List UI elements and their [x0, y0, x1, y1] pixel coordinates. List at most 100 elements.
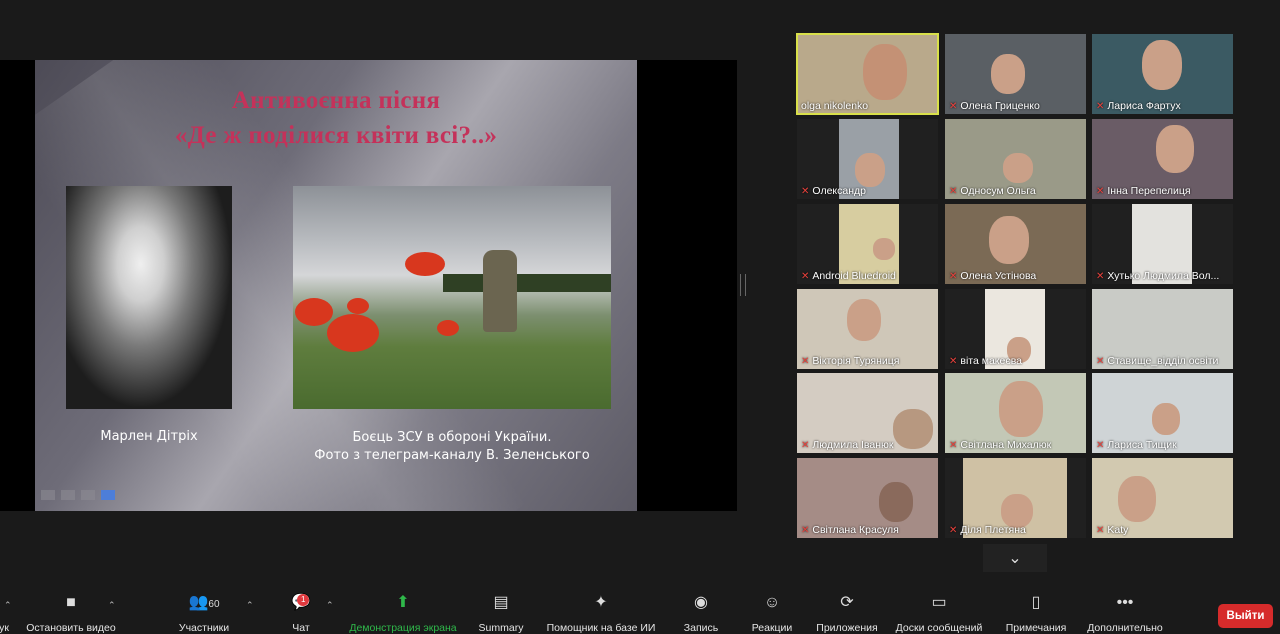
split-resize-handle[interactable] — [740, 274, 746, 296]
annotation-tools[interactable] — [41, 490, 115, 500]
stop-video-button[interactable]: ■ Остановить видео — [22, 592, 120, 634]
pen-icon[interactable] — [61, 490, 75, 500]
audio-options-caret-icon[interactable]: ⌃ — [4, 600, 12, 611]
avatar — [855, 153, 885, 187]
avatar — [893, 409, 933, 449]
poppy — [347, 298, 369, 314]
participant-name: ✕ Android Bluedroid — [801, 270, 896, 282]
participant-name: ✕ Хутько Людмила Вол... — [1096, 270, 1220, 282]
mic-muted-icon: ✕ — [949, 100, 958, 112]
participant-tile[interactable]: ✕ Олена Гриценко — [945, 34, 1086, 114]
participant-tile[interactable]: ✕ Katy — [1092, 458, 1233, 538]
whiteboards-button[interactable]: ▭ Доски сообщений — [890, 592, 988, 634]
avatar — [847, 299, 881, 341]
mic-muted-icon: ✕ — [949, 524, 958, 536]
mic-muted-icon: ✕ — [949, 355, 958, 367]
participant-tile[interactable]: ✕ Лариса Тищик — [1092, 373, 1233, 453]
participant-tile[interactable]: ✕ Світлана Михалюк — [945, 373, 1086, 453]
ellipsis-icon: ••• — [1116, 594, 1134, 611]
participant-name: ✕ Katy — [1096, 524, 1129, 536]
participant-tile[interactable]: ✕ Хутько Людмила Вол... — [1092, 204, 1233, 284]
slide-title-line2: «Де ж поділися квіти всі?..» — [174, 122, 498, 149]
poppy — [295, 298, 333, 326]
pointer-icon[interactable] — [101, 490, 115, 500]
mic-muted-icon: ✕ — [801, 524, 810, 536]
mic-muted-icon: ✕ — [1096, 185, 1105, 197]
participant-tile[interactable]: ✕ Ставище_відділ освіти — [1092, 289, 1233, 369]
back-arrow-icon[interactable] — [41, 490, 55, 500]
mic-muted-icon: ✕ — [801, 185, 810, 197]
share-screen-button[interactable]: ⬆ Демонстрация экрана — [346, 592, 460, 634]
menu-icon[interactable] — [81, 490, 95, 500]
ai-assistant-button[interactable]: ✦ Помощник на базе ИИ — [542, 592, 660, 634]
participant-tile[interactable]: ✕ Односум Ольга — [945, 119, 1086, 199]
summary-button[interactable]: ▤ Summary — [475, 592, 527, 634]
participant-tile[interactable]: ✕ Інна Перепелиця — [1092, 119, 1233, 199]
chevron-down-icon: ⌄ — [1008, 550, 1022, 567]
participant-name: ✕ Олена Устінова — [949, 270, 1037, 282]
participant-name: ✕ Односум Ольга — [949, 185, 1036, 197]
participant-tile[interactable]: ✕ Android Bluedroid — [797, 204, 938, 284]
participant-name: ✕ Ставище_відділ освіти — [1096, 355, 1219, 367]
avatar — [863, 44, 907, 100]
leave-button[interactable]: Выйти — [1218, 604, 1273, 628]
more-button[interactable]: ••• Дополнительно — [1080, 592, 1170, 634]
treeline — [443, 274, 611, 292]
mic-muted-icon: ✕ — [1096, 524, 1105, 536]
avatar — [873, 238, 895, 260]
mic-muted-icon: ✕ — [1096, 439, 1105, 451]
participant-name: ✕ Вікторія Туряниця — [801, 355, 900, 367]
right-caption-line1: Боєць ЗСУ в обороні України. — [352, 430, 552, 445]
notes-icon: ▯ — [1031, 594, 1041, 611]
presentation-slide: Антивоєнна пісня «Де ж поділися квіти вс… — [35, 60, 637, 511]
avatar — [1142, 40, 1182, 90]
notes-button[interactable]: ▯ Примечания — [1000, 592, 1072, 634]
gallery-next-page-button[interactable]: ⌄ — [983, 544, 1047, 572]
participant-name: ✕ Світлана Михалюк — [949, 439, 1052, 451]
participants-options-caret-icon[interactable]: ⌃ — [246, 600, 254, 611]
mic-muted-icon: ✕ — [801, 439, 810, 451]
participant-name: ✕ Світлана Красуля — [801, 524, 899, 536]
participant-tile[interactable]: olga nikolenko — [796, 33, 939, 115]
participant-tile[interactable]: ✕ Олена Устінова — [945, 204, 1086, 284]
participant-tile[interactable]: ✕ Вікторія Туряниця — [797, 289, 938, 369]
record-button[interactable]: ◉ Запись — [680, 592, 722, 634]
avatar — [1156, 125, 1194, 173]
chat-button[interactable]: 💬 1 Чат — [284, 592, 318, 634]
chat-options-caret-icon[interactable]: ⌃ — [326, 600, 334, 611]
avatar — [879, 482, 913, 522]
participant-tile[interactable]: ✕ Світлана Красуля — [797, 458, 938, 538]
meeting-toolbar: ук ⌃ ■ Остановить видео ⌃ 👥60 Участники … — [0, 592, 1280, 634]
video-options-caret-icon[interactable]: ⌃ — [108, 600, 116, 611]
shared-screen: Антивоєнна пісня «Де ж поділися квіти вс… — [0, 60, 737, 511]
participant-tile[interactable]: ✕ Олександр — [797, 119, 938, 199]
record-icon: ◉ — [694, 594, 708, 611]
participant-name: ✕ Олександр — [801, 185, 866, 197]
sparkle-icon: ✦ — [594, 594, 608, 611]
participants-button[interactable]: 👥60 Участники — [175, 592, 233, 634]
summary-icon: ▤ — [493, 594, 509, 611]
reactions-button[interactable]: ☺ Реакции — [748, 592, 796, 634]
participant-tile[interactable]: ✕ віта макеєва — [945, 289, 1086, 369]
slide-title-line1: Антивоєнна пісня — [231, 87, 441, 114]
participant-tile[interactable]: ✕ Діля Плетяна — [945, 458, 1086, 538]
apps-button[interactable]: ⟳ Приложения — [812, 592, 882, 634]
audio-button[interactable]: ук — [0, 592, 16, 634]
participant-tile[interactable]: ✕ Лариса Фартух — [1092, 34, 1233, 114]
avatar — [1118, 476, 1156, 522]
whiteboard-icon: ▭ — [931, 594, 947, 611]
participants-icon: 👥60 — [188, 594, 220, 611]
mic-muted-icon: ✕ — [949, 185, 958, 197]
avatar — [1152, 403, 1180, 435]
participant-name: ✕ Людмила Іванюк — [801, 439, 894, 451]
participant-tile[interactable]: ✕ Людмила Іванюк — [797, 373, 938, 453]
avatar — [1001, 494, 1033, 528]
right-caption: Боєць ЗСУ в обороні України. Фото з теле… — [285, 429, 619, 465]
soldier-figure — [483, 250, 517, 332]
participant-name: ✕ Лариса Фартух — [1096, 100, 1181, 112]
share-screen-icon: ⬆ — [396, 594, 410, 611]
avatar — [989, 216, 1029, 264]
left-caption: Марлен Дітріх — [100, 429, 198, 444]
avatar — [991, 54, 1025, 94]
avatar — [1003, 153, 1033, 183]
